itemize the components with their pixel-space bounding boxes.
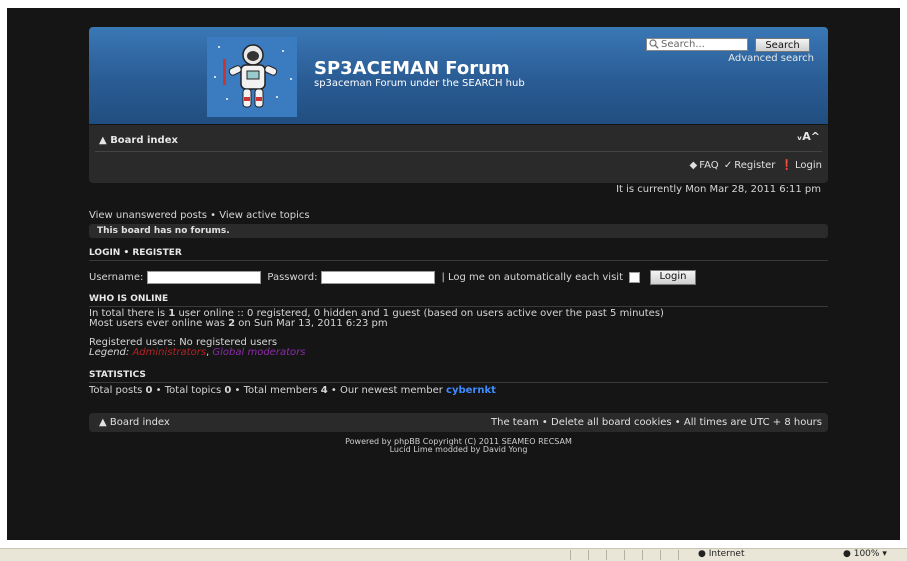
autologin-label: | Log me on automatically each visit: [441, 272, 623, 283]
divider: [606, 550, 607, 560]
site-title[interactable]: SP3ACEMAN Forum: [314, 58, 510, 79]
registered-users: Registered users: No registered users Le…: [89, 337, 306, 358]
login-form: Username: Password: | Log me on automati…: [89, 270, 696, 285]
legend-global-moderators[interactable]: Global moderators: [212, 347, 305, 358]
home-icon: ▲: [99, 417, 107, 428]
browser-status-bar: ● Internet ● 100% ▾: [0, 548, 907, 561]
divider: [642, 550, 643, 560]
footer-links[interactable]: The team • Delete all board cookies • Al…: [491, 417, 822, 428]
font-size-control[interactable]: ᵥA^: [797, 130, 820, 143]
username-field[interactable]: [147, 271, 262, 284]
login-button[interactable]: Login: [650, 270, 696, 285]
legend-label: Legend:: [89, 347, 130, 358]
search-input[interactable]: Search...: [646, 38, 748, 51]
search-button[interactable]: Search: [755, 38, 810, 52]
online-summary: In total there is 1 user online :: 0 reg…: [89, 308, 664, 329]
password-field[interactable]: [321, 271, 436, 284]
footer-bar: ▲ Board index The team • Delete all boar…: [89, 413, 828, 432]
navbar: ▲ Board index ᵥA^ ◆ FAQ ✓ Register ❗ Login: [89, 125, 828, 183]
autologin-checkbox[interactable]: [629, 272, 640, 283]
security-zone[interactable]: ● Internet: [698, 549, 744, 559]
astronaut-logo[interactable]: [207, 37, 297, 117]
board-index-link[interactable]: Board index: [110, 135, 178, 146]
divider: [588, 550, 589, 560]
faq-link[interactable]: FAQ: [699, 160, 718, 171]
username-label: Username:: [89, 272, 144, 283]
login-link[interactable]: Login: [795, 160, 822, 171]
divider: [678, 550, 679, 560]
forum-page: SP3ACEMAN Forum sp3aceman Forum under th…: [7, 8, 900, 540]
site-description: sp3aceman Forum under the SEARCH hub: [314, 78, 525, 89]
zoom-icon: ●: [843, 549, 851, 559]
register-icon: ✓: [723, 160, 733, 171]
divider: [95, 151, 822, 152]
breadcrumb[interactable]: ▲ Board index: [99, 135, 178, 146]
who-is-online-heading[interactable]: WHO IS ONLINE: [89, 294, 828, 307]
quick-links[interactable]: View unanswered posts • View active topi…: [89, 210, 310, 221]
current-time: It is currently Mon Mar 28, 2011 6:11 pm: [616, 184, 821, 195]
faq-icon: ◆: [689, 160, 698, 171]
no-forums-notice: This board has no forums.: [89, 224, 828, 238]
zoom-control[interactable]: ● 100% ▾: [843, 549, 887, 559]
divider: [660, 550, 661, 560]
footer-board-index[interactable]: ▲ Board index: [99, 417, 170, 428]
globe-icon: ●: [698, 549, 706, 559]
newest-member-link[interactable]: cybernkt: [446, 385, 496, 396]
user-links: ◆ FAQ ✓ Register ❗ Login: [688, 160, 822, 171]
legend-administrators[interactable]: Administrators: [132, 347, 206, 358]
statistics-heading: STATISTICS: [89, 370, 828, 383]
register-link[interactable]: Register: [734, 160, 775, 171]
divider: [570, 550, 571, 560]
login-register-heading[interactable]: LOGIN • REGISTER: [89, 248, 828, 261]
search-icon: [649, 39, 659, 49]
password-label: Password:: [267, 272, 318, 283]
home-icon: ▲: [99, 135, 107, 146]
divider: [624, 550, 625, 560]
login-icon: ❗: [780, 160, 794, 171]
footer-credits: Powered by phpBB Copyright (C) 2011 SEAM…: [345, 437, 572, 454]
forum-header: SP3ACEMAN Forum sp3aceman Forum under th…: [89, 27, 828, 124]
statistics-line: Total posts 0 • Total topics 0 • Total m…: [89, 385, 496, 396]
advanced-search-link[interactable]: Advanced search: [728, 53, 814, 64]
